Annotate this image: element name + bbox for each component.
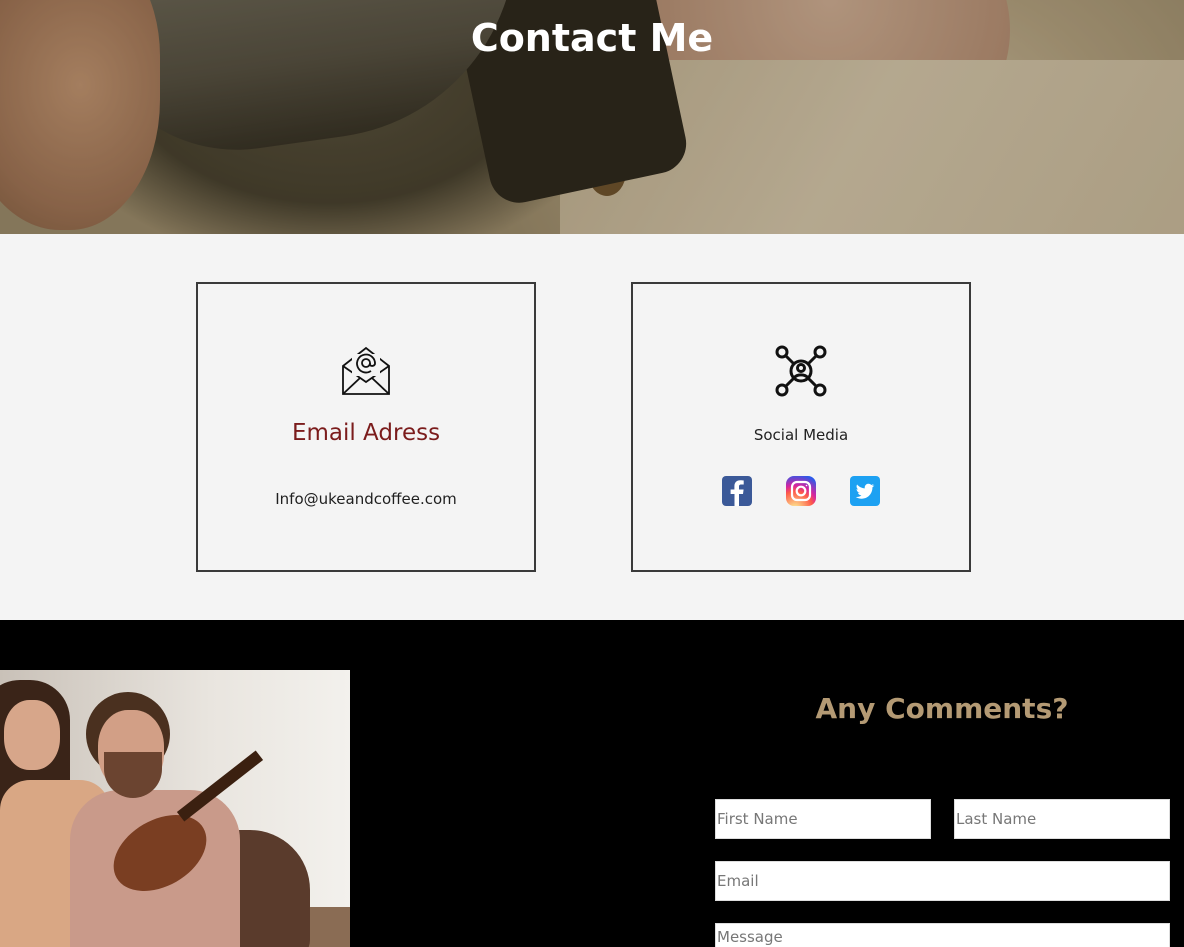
comments-title: Any Comments? — [815, 692, 1069, 725]
comments-section: Any Comments? First Name Last Name Email… — [0, 620, 1184, 947]
social-card-title: Social Media — [753, 426, 849, 444]
social-card: Social Media — [631, 282, 971, 572]
email-card-title: Email Adress — [291, 420, 441, 446]
social-links — [633, 476, 969, 506]
first-name-input[interactable]: First Name — [715, 799, 931, 839]
email-at-icon — [340, 344, 392, 400]
network-icon — [774, 344, 828, 402]
contact-info-section: Email Adress Info@ukeandcoffee.com Socia… — [0, 234, 1184, 620]
facebook-icon[interactable] — [722, 476, 752, 506]
twitter-icon[interactable] — [850, 476, 880, 506]
email-input[interactable]: Email — [715, 861, 1170, 901]
last-name-input[interactable]: Last Name — [954, 799, 1170, 839]
page-title: Contact Me — [470, 16, 714, 60]
email-card: Email Adress Info@ukeandcoffee.com — [196, 282, 536, 572]
couple-ukulele-photo — [0, 670, 350, 947]
email-address[interactable]: Info@ukeandcoffee.com — [198, 490, 534, 508]
photo-woman-face — [4, 700, 60, 770]
hero-banner: Contact Me — [0, 0, 1184, 234]
instagram-icon[interactable] — [786, 476, 816, 506]
message-input[interactable]: Message — [715, 923, 1170, 947]
